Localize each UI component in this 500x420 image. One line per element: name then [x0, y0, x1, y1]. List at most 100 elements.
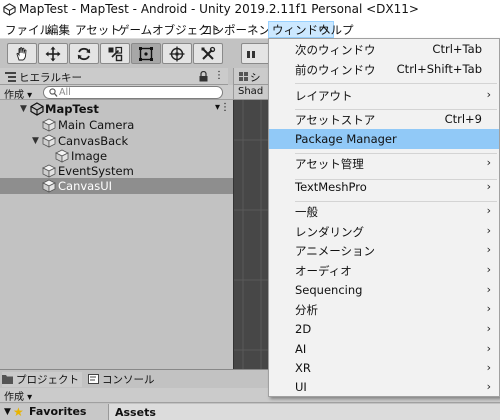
project-tab[interactable]: プロジェクト: [2, 372, 82, 387]
rect-tool-icon: [139, 46, 153, 61]
folder-icon: [2, 375, 13, 384]
hierarchy-item[interactable]: EventSystem: [0, 163, 233, 179]
menu-item-label: AI: [295, 342, 307, 356]
hierarchy-tab[interactable]: ヒエラルキー ⋮: [0, 68, 228, 85]
menu-ui[interactable]: UI ›: [269, 377, 499, 397]
project-tab-label: プロジェクト: [16, 374, 79, 386]
scene-root-row[interactable]: ▼ MapTest ▾⋮: [0, 101, 233, 117]
menu-help[interactable]: ヘルプ: [316, 21, 357, 38]
scene-name: MapTest: [45, 102, 99, 116]
chevron-right-icon: ›: [486, 88, 491, 101]
shading-mode-dropdown[interactable]: Shad: [238, 86, 263, 97]
scene-view[interactable]: [233, 100, 270, 369]
menu-textmeshpro[interactable]: TextMeshPro ›: [269, 177, 499, 197]
scene-toolbar: Shad: [233, 85, 269, 100]
menu-item-label: アセットストア: [295, 113, 376, 127]
chevron-right-icon: ›: [486, 283, 491, 296]
search-placeholder: All: [59, 87, 71, 98]
hierarchy-create-button[interactable]: 作成 ▾: [4, 86, 32, 101]
menu-ai[interactable]: AI ›: [269, 339, 499, 359]
transform-tool-icon: [169, 46, 185, 61]
tab-menu-icon[interactable]: ⋮: [214, 70, 224, 81]
gameobject-cube-icon: [55, 149, 69, 163]
favorites-row[interactable]: ▼ ★ Favorites: [0, 404, 108, 420]
menu-item-label: レンダリング: [295, 225, 364, 239]
project-create-button[interactable]: 作成 ▾: [4, 388, 32, 403]
menu-xr[interactable]: XR ›: [269, 358, 499, 378]
hierarchy-item[interactable]: Main Camera: [0, 117, 233, 133]
console-tab[interactable]: コンソール: [88, 372, 158, 387]
menu-item-label: Package Manager: [295, 132, 397, 146]
expand-arrow-icon[interactable]: ▼: [32, 136, 39, 146]
menu-item-shortcut: Ctrl+9: [444, 112, 482, 126]
hand-tool-icon: [16, 46, 27, 60]
menu-animation[interactable]: アニメーション ›: [269, 240, 499, 260]
gameobject-cube-icon: [42, 134, 56, 148]
scene-options-icon[interactable]: ▾⋮: [215, 102, 230, 113]
gameobject-cube-icon: [42, 179, 56, 193]
menu-layout[interactable]: レイアウト ›: [269, 85, 499, 105]
menu-item-label: XR: [295, 361, 311, 375]
rotate-tool-button[interactable]: [69, 43, 99, 64]
window-menu-dropdown: 次のウィンドウ Ctrl+Tab 前のウィンドウ Ctrl+Shift+Tab …: [268, 38, 500, 397]
chevron-right-icon: ›: [486, 322, 491, 335]
chevron-right-icon: ›: [486, 204, 491, 217]
menu-separator: [295, 83, 497, 84]
menu-analysis[interactable]: 分析 ›: [269, 299, 499, 319]
hierarchy-search-input[interactable]: All: [43, 86, 223, 99]
hierarchy-item-label: Image: [71, 149, 108, 163]
hierarchy-item[interactable]: Image: [0, 148, 233, 164]
menu-audio[interactable]: オーディオ ›: [269, 260, 499, 280]
hierarchy-item-label: Main Camera: [58, 118, 135, 132]
star-icon: ★: [13, 405, 24, 419]
scale-tool-icon: [108, 46, 123, 61]
rect-tool-button[interactable]: [131, 43, 161, 64]
chevron-right-icon: ›: [486, 224, 491, 237]
transform-tool-button[interactable]: [162, 43, 192, 64]
hierarchy-item-selected[interactable]: CanvasUI: [0, 178, 233, 194]
menu-general[interactable]: 一般 ›: [269, 201, 499, 221]
unity-logo-icon: [3, 3, 16, 16]
lock-icon[interactable]: [199, 71, 208, 82]
favorites-label: Favorites: [29, 405, 87, 418]
expand-arrow-icon[interactable]: ▼: [4, 407, 11, 417]
search-icon: [49, 88, 58, 97]
scene-tab-label: シ: [250, 72, 261, 84]
scene-grid: [234, 100, 270, 369]
console-tab-label: コンソール: [102, 374, 155, 386]
menu-asset-management[interactable]: アセット管理 ›: [269, 153, 499, 173]
menu-item-label: 前のウィンドウ: [295, 63, 376, 77]
menu-item-label: オーディオ: [295, 264, 352, 278]
custom-tool-button[interactable]: [193, 43, 223, 64]
scene-tab[interactable]: シ: [233, 68, 269, 85]
hierarchy-item[interactable]: ▼ CanvasBack: [0, 133, 233, 149]
rotate-tool-icon: [77, 47, 91, 60]
menu-item-label: 一般: [295, 205, 318, 219]
chevron-right-icon: ›: [486, 302, 491, 315]
play-button[interactable]: [241, 43, 271, 64]
hierarchy-item-label: EventSystem: [58, 164, 134, 178]
chevron-right-icon: ›: [486, 361, 491, 374]
menu-rendering[interactable]: レンダリング ›: [269, 221, 499, 241]
menu-item-label: レイアウト: [295, 89, 353, 103]
menu-package-manager[interactable]: Package Manager: [269, 129, 499, 149]
menu-sequencing[interactable]: Sequencing ›: [269, 280, 499, 300]
scene-grid-icon: [239, 72, 248, 81]
chevron-right-icon: ›: [486, 243, 491, 256]
expand-arrow-icon[interactable]: ▼: [20, 104, 27, 114]
window-title: MapTest - MapTest - Android - Unity 2019…: [19, 2, 419, 16]
chevron-right-icon: ›: [486, 263, 491, 276]
hand-tool-button[interactable]: [7, 43, 37, 64]
menu-next-window[interactable]: 次のウィンドウ Ctrl+Tab: [269, 39, 499, 59]
hierarchy-item-label: CanvasBack: [58, 134, 129, 148]
gameobject-cube-icon: [42, 164, 56, 178]
menu-asset-store[interactable]: アセットストア Ctrl+9: [269, 109, 499, 129]
menu-previous-window[interactable]: 前のウィンドウ Ctrl+Shift+Tab: [269, 59, 499, 79]
menu-edit[interactable]: 編集: [44, 21, 73, 38]
move-tool-button[interactable]: [38, 43, 68, 64]
assets-label[interactable]: Assets: [115, 406, 156, 419]
chevron-right-icon: ›: [486, 180, 491, 193]
menu-item-label: アニメーション: [295, 244, 376, 258]
scale-tool-button[interactable]: [100, 43, 130, 64]
menu-2d[interactable]: 2D ›: [269, 319, 499, 339]
